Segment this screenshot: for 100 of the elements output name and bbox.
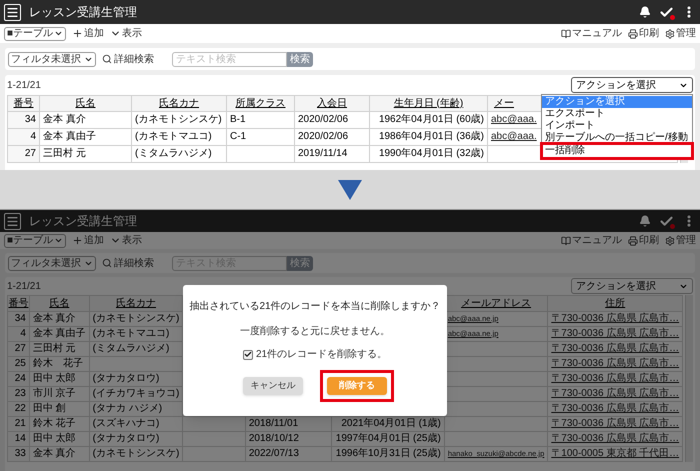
- table-cell: (カネモトシンスケ): [92, 448, 180, 459]
- table-cell: 金本 真介: [43, 114, 86, 125]
- table-link[interactable]: abc@aaa.: [491, 131, 537, 142]
- table-cell: 2018/11/01: [248, 418, 298, 429]
- table-cell: (イチカワキョウコ): [92, 388, 180, 399]
- table-cell: (スズキハナコ): [92, 418, 160, 429]
- column-header[interactable]: 住所: [605, 298, 626, 308]
- add-button[interactable]: 追加: [72, 26, 104, 41]
- checkbox-label: 21件のレコードを削除する。: [256, 348, 388, 362]
- table-cell: 2019/11/14: [298, 148, 348, 159]
- table-cell: (カネモトシンスケ): [92, 313, 180, 324]
- table-cell: 鈴木 花子: [32, 358, 83, 369]
- table-cell: (タナカタロウ): [92, 373, 160, 384]
- table-cell: (カネモトマユコ): [92, 328, 170, 339]
- table-cell: 27: [24, 148, 36, 159]
- add-button[interactable]: 追加: [72, 233, 104, 248]
- table-cell: 金本 真介: [32, 313, 76, 324]
- menu-icon[interactable]: [4, 4, 21, 20]
- table-cell: 34: [14, 313, 26, 324]
- settings-icon: [665, 236, 675, 246]
- table-cell: 34: [24, 114, 36, 125]
- table-cell: (ミタムラハジメ): [92, 343, 170, 354]
- table-cell: 2020/02/06: [298, 131, 348, 142]
- cancel-button[interactable]: キャンセル: [243, 377, 303, 395]
- table-cell: 1986年04月01日 (36歳): [378, 131, 484, 142]
- chevron-down-icon: [54, 29, 63, 38]
- table-cell: 田中 太郎: [32, 373, 76, 384]
- table-cell: 田中 太郎: [32, 433, 76, 444]
- check-icon[interactable]: [659, 214, 674, 228]
- display-button[interactable]: 表示: [110, 26, 142, 41]
- action-select[interactable]: アクションを選択: [571, 278, 693, 294]
- record-count: 1-21/21: [7, 78, 41, 92]
- down-arrow-icon: [338, 180, 362, 200]
- view-select[interactable]: ■テーブル: [4, 234, 66, 248]
- dialog-note: 一度削除すると元に戻せません。: [240, 324, 390, 339]
- table-cell: 25: [14, 358, 26, 369]
- column-header[interactable]: メー: [494, 98, 514, 108]
- table-cell: 市川 京子: [32, 388, 76, 399]
- dialog-title: 抽出されている21件のレコードを本当に削除しますか？: [189, 300, 441, 314]
- table-cell: 14: [14, 433, 26, 444]
- search-field[interactable]: テキスト検索: [172, 52, 287, 66]
- search-button[interactable]: 検索: [287, 52, 313, 66]
- display-button[interactable]: 表示: [110, 233, 142, 248]
- table-cell: (ミタムラハジメ): [135, 148, 212, 159]
- table-cell: (カネモトシンスケ): [135, 114, 222, 125]
- chevron-down-icon: [54, 236, 63, 245]
- print-link[interactable]: 印刷: [628, 233, 659, 248]
- manual-link[interactable]: マニュアル: [561, 233, 622, 248]
- table-cell: 1997年04月01日 (25歳): [336, 433, 441, 444]
- scrollbar[interactable]: [685, 295, 693, 462]
- table-cell: 金本 真由子: [43, 131, 96, 142]
- table-cell: 2022/07/13: [248, 448, 299, 459]
- table-cell: 23: [14, 388, 26, 399]
- table-cell: 27: [14, 343, 26, 354]
- table-cell: 4: [30, 131, 36, 142]
- table-cell: 鈴木 花子: [32, 418, 76, 429]
- printer-icon: [628, 28, 638, 38]
- table-cell: 金本 真介: [32, 448, 76, 459]
- print-link[interactable]: 印刷: [628, 26, 659, 41]
- table-cell: 三田村 元: [32, 343, 76, 354]
- search-icon: [102, 54, 112, 64]
- table-cell: 金本 真由子: [32, 328, 86, 339]
- plus-icon: [72, 28, 83, 39]
- advanced-search-button[interactable]: 詳細検索: [102, 256, 154, 270]
- settings-icon: [665, 28, 675, 38]
- action-select[interactable]: アクションを選択: [571, 77, 693, 93]
- column-header[interactable]: 氏名: [76, 98, 96, 108]
- advanced-search-button[interactable]: 詳細検索: [102, 52, 154, 66]
- bell-icon[interactable]: [639, 6, 651, 18]
- view-select[interactable]: ■テーブル: [4, 26, 66, 40]
- table-cell: 24: [14, 373, 26, 384]
- check-icon[interactable]: [659, 4, 674, 20]
- table-cell: (タナカ ハジメ): [92, 403, 162, 414]
- checkbox[interactable]: [242, 350, 253, 360]
- table-cell: 三田村 元: [43, 148, 86, 159]
- table-cell: 21: [14, 418, 26, 429]
- filter-select[interactable]: フィルタ未選択: [8, 52, 96, 66]
- book-icon: [561, 236, 571, 246]
- dropdown-option[interactable]: 別テーブルへの一括コピー/移動: [542, 132, 692, 144]
- table-cell: 1996年10月31日 (25歳): [336, 448, 441, 459]
- dropdown-option[interactable]: エクスポート: [542, 108, 692, 120]
- admin-link[interactable]: 管理: [665, 233, 696, 248]
- table-cell: (タナカタロウ): [92, 433, 160, 444]
- book-icon: [561, 28, 571, 38]
- admin-link[interactable]: 管理: [665, 26, 696, 41]
- table-cell: 33: [14, 448, 26, 459]
- table-cell: 1990年04月01日 (32歳): [378, 148, 484, 159]
- window-title: レッスン受講生管理: [29, 213, 137, 230]
- table-cell: (カネモトマユコ): [135, 131, 212, 142]
- printer-icon: [628, 236, 638, 246]
- search-icon: [102, 258, 112, 268]
- manual-link[interactable]: マニュアル: [561, 26, 622, 41]
- table-link[interactable]: abc@aaa.: [491, 114, 537, 125]
- dropdown-option[interactable]: 一括削除: [542, 144, 692, 158]
- table-cell: 1962年04月01日 (60歳): [378, 114, 484, 125]
- dropdown-option[interactable]: インポート: [542, 120, 692, 132]
- table-cell: 22: [14, 403, 26, 414]
- plus-icon: [72, 235, 83, 246]
- filter-select[interactable]: フィルタ未選択: [8, 256, 96, 270]
- dropdown-option[interactable]: アクションを選択: [542, 96, 692, 108]
